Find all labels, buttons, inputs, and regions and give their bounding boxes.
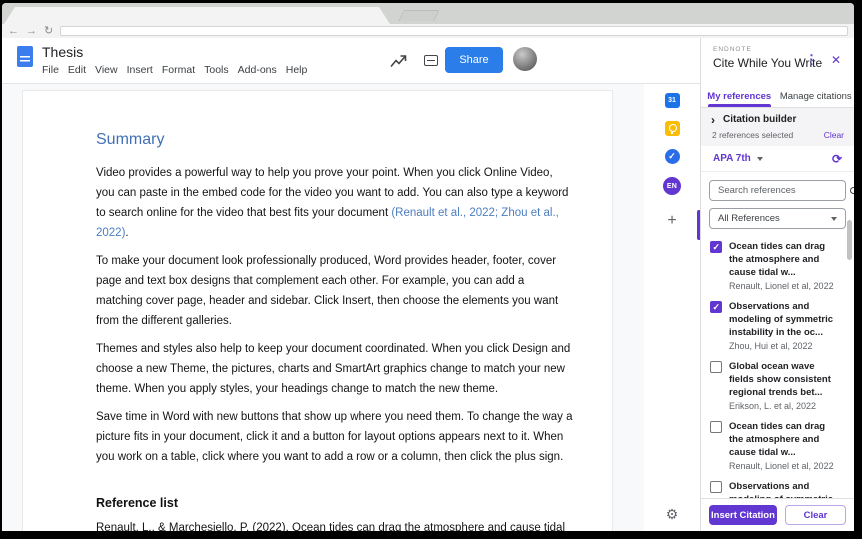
reference-checkbox[interactable] (710, 361, 722, 373)
chevron-right-icon[interactable]: › (711, 114, 715, 126)
reference-title: Observations and modeling of symmetric i… (729, 301, 833, 338)
browser-tab[interactable] (4, 7, 390, 24)
insert-citation-button[interactable]: Insert Citation (709, 505, 777, 525)
selected-count-label: 2 references selected (712, 130, 794, 140)
reference-authors-year: Renault, Lionel et al, 2022 (729, 461, 834, 471)
library-filter-value: All References (718, 213, 780, 224)
comment-icon[interactable] (424, 55, 438, 66)
endnote-addon-icon[interactable]: EN (663, 177, 681, 195)
reference-authors-year: Renault, Lionel et al, 2022 (729, 281, 834, 291)
docs-header: Thesis File Edit View Insert Format Tools Add-… (2, 38, 700, 84)
kebab-menu-icon[interactable]: ⋮ (805, 52, 818, 68)
citation-builder-section: › Citation builder 2 references selected… (701, 108, 854, 146)
reference-list-heading: Reference list (96, 496, 178, 510)
reference-checkbox[interactable] (710, 241, 722, 253)
endnote-brand-label: ENDNOTE (713, 46, 752, 53)
reference-checkbox[interactable] (710, 421, 722, 433)
reference-title: Observations and modeling of symmetric i… (729, 481, 833, 498)
document-page[interactable]: Summary Video provides a powerful way to… (22, 90, 613, 531)
reference-list-item[interactable]: Global ocean wave fields show consistent… (701, 356, 854, 416)
menu-item[interactable]: View (95, 64, 118, 76)
refresh-icon[interactable]: ⟳ (832, 152, 842, 166)
tasks-icon[interactable]: ✓ (664, 149, 680, 164)
calendar-icon[interactable]: 31 (664, 93, 680, 108)
panel-tabs: My references Manage citations (701, 84, 854, 108)
menu-item[interactable]: Add-ons (238, 64, 277, 76)
caret-down-icon (831, 216, 837, 221)
share-button[interactable]: Share (445, 47, 503, 73)
reference-list-item[interactable]: Ocean tides can drag the atmosphere and … (701, 236, 854, 296)
document-title[interactable]: Thesis (42, 44, 83, 60)
browser-toolbar: ← → ↻ (2, 24, 854, 38)
reference-title: Ocean tides can drag the atmosphere and … (729, 241, 826, 278)
main-area: Thesis File Edit View Insert Format Tools Add-… (2, 38, 854, 531)
library-filter-select[interactable]: All References (709, 208, 846, 229)
doc-heading: Summary (96, 131, 165, 148)
addons-side-rail: 31 ✓ EN + ⚙ (644, 84, 700, 531)
doc-paragraph: Video provides a powerful way to help yo… (96, 167, 569, 239)
menu-item[interactable]: Tools (204, 64, 229, 76)
menu-item[interactable]: Edit (68, 64, 86, 76)
reference-list-item[interactable]: Observations and modeling of symmetric i… (701, 476, 854, 498)
keep-icon[interactable] (664, 121, 680, 136)
reference-list: Ocean tides can drag the atmosphere and … (701, 236, 854, 498)
forward-icon[interactable]: → (26, 26, 37, 37)
reference-list-item[interactable]: Observations and modeling of symmetric i… (701, 296, 854, 356)
menu-item[interactable]: Insert (127, 64, 153, 76)
reference-authors-year: Zhou, Hui et al, 2022 (729, 341, 813, 351)
panel-footer: Insert Citation Clear (701, 498, 854, 531)
insights-icon[interactable] (390, 55, 407, 68)
citation-style-row: APA 7th ⟳ (701, 146, 854, 172)
reference-list-item[interactable]: Ocean tides can drag the atmosphere and … (701, 416, 854, 476)
menu-item[interactable]: Help (286, 64, 308, 76)
reload-icon[interactable]: ↻ (44, 26, 53, 37)
doc-paragraph: To make your document look professionall… (96, 255, 559, 327)
get-addons-plus-icon[interactable]: + (667, 212, 676, 230)
doc-paragraph: Themes and styles also help to keep your… (96, 343, 571, 395)
reference-title: Ocean tides can drag the atmosphere and … (729, 421, 826, 458)
browser-tab-strip (2, 3, 854, 24)
endnote-panel: ENDNOTE Cite While You Write ⋮ ✕ My refe… (700, 38, 854, 531)
panel-header: ENDNOTE Cite While You Write ⋮ ✕ (701, 38, 854, 84)
caret-down-icon[interactable] (756, 156, 763, 161)
settings-gear-icon[interactable]: ⚙ (644, 506, 700, 523)
search-field[interactable] (709, 180, 854, 201)
screenshot-frame: ← → ↻ Thesis File Edit View Insert Format Too… (0, 0, 862, 539)
doc-paragraph: Save time in Word with new buttons that … (96, 411, 573, 463)
tab-my-references[interactable]: My references (701, 84, 778, 107)
back-icon[interactable]: ← (8, 26, 19, 37)
clear-selection-link[interactable]: Clear (824, 130, 844, 140)
citation-builder-label[interactable]: Citation builder (723, 114, 796, 125)
reference-authors-year: Erikson, L. et al, 2022 (729, 401, 817, 411)
document-viewport: Summary Video provides a powerful way to… (2, 84, 644, 531)
clear-button[interactable]: Clear (784, 505, 846, 525)
reference-checkbox[interactable] (710, 301, 722, 313)
reference-entry: Renault, L., & Marchesiello, P. (2022). … (96, 522, 566, 531)
scrollbar-thumb[interactable] (847, 220, 852, 260)
browser-window: ← → ↻ Thesis File Edit View Insert Format Too… (2, 3, 854, 531)
avatar[interactable] (513, 47, 537, 71)
search-icon[interactable] (850, 187, 854, 194)
close-icon[interactable]: ✕ (831, 53, 841, 67)
menu-bar: File Edit View Insert Format Tools Add-ons Help (42, 64, 307, 76)
new-tab-button[interactable] (398, 10, 440, 21)
search-input[interactable] (718, 185, 850, 196)
reference-checkbox[interactable] (710, 481, 722, 493)
google-docs-icon[interactable] (17, 46, 33, 67)
reference-title: Global ocean wave fields show consistent… (729, 361, 831, 398)
tab-manage-citations[interactable]: Manage citations (778, 84, 855, 107)
citation-style-dropdown[interactable]: APA 7th (713, 153, 751, 164)
menu-item[interactable]: Format (162, 64, 195, 76)
address-bar[interactable] (60, 26, 848, 36)
menu-item[interactable]: File (42, 64, 59, 76)
